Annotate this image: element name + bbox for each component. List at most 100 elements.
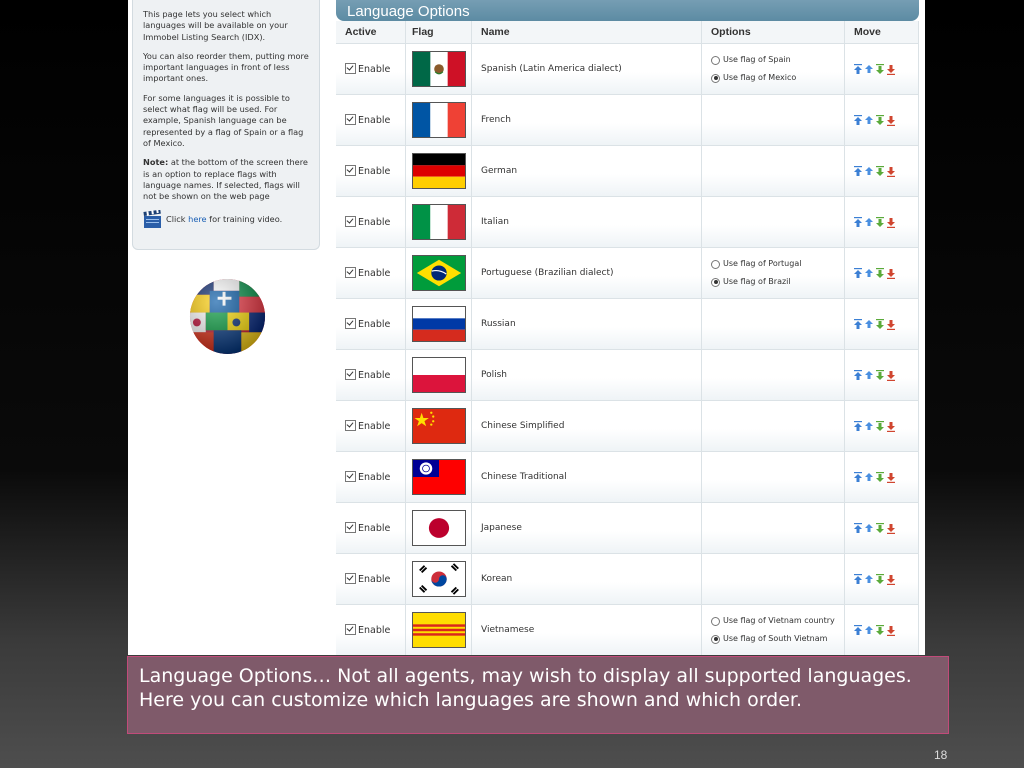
enable-checkbox[interactable] <box>345 572 356 584</box>
move-up-icon[interactable] <box>865 421 873 432</box>
move-top-icon[interactable] <box>854 573 862 585</box>
language-name: Chinese Simplified <box>471 400 702 452</box>
move-top-icon[interactable] <box>854 114 862 126</box>
language-name: Russian <box>471 298 702 350</box>
move-bottom-icon[interactable] <box>887 217 895 228</box>
enable-checkbox[interactable] <box>345 419 356 431</box>
enable-checkbox[interactable] <box>345 113 356 125</box>
move-up-icon[interactable] <box>865 319 873 330</box>
active-cell: Enable <box>336 553 406 605</box>
move-bottom-icon[interactable] <box>887 421 895 432</box>
enable-checkbox[interactable] <box>345 521 356 533</box>
move-down-icon[interactable] <box>876 624 884 636</box>
flag-radio[interactable] <box>711 55 720 65</box>
move-top-icon[interactable] <box>854 420 862 432</box>
help-text-flags: For some languages it is possible to sel… <box>143 92 304 148</box>
flag-radio[interactable] <box>711 634 720 644</box>
column-header-options: Options <box>701 21 845 44</box>
enable-checkbox[interactable] <box>345 266 356 278</box>
move-up-icon[interactable] <box>865 523 873 534</box>
move-top-icon[interactable] <box>854 165 862 177</box>
move-top-icon[interactable] <box>854 471 862 483</box>
training-video-link[interactable]: here <box>188 214 206 224</box>
move-bottom-icon[interactable] <box>887 319 895 330</box>
move-down-icon[interactable] <box>876 165 884 177</box>
move-top-icon[interactable] <box>854 267 862 279</box>
flag-option[interactable]: Use flag of Portugal <box>711 255 844 273</box>
move-top-icon[interactable] <box>854 624 862 636</box>
move-bottom-icon[interactable] <box>887 64 895 75</box>
note-text: at the bottom of the screen there is an … <box>143 157 308 202</box>
language-name: Polish <box>471 349 702 401</box>
training-video-row: Click here for training video. <box>143 210 311 229</box>
options-cell: Use flag of Portugal Use flag of Brazil <box>701 247 845 299</box>
flag-option[interactable]: Use flag of Brazil <box>711 273 844 291</box>
move-down-icon[interactable] <box>876 573 884 585</box>
language-row-chinese-simplified: Enable Chinese Simplified <box>336 400 919 452</box>
move-up-icon[interactable] <box>865 268 873 279</box>
flag-cell <box>405 451 472 503</box>
move-bottom-icon[interactable] <box>887 166 895 177</box>
panel-title: Language Options <box>336 0 919 21</box>
move-bottom-icon[interactable] <box>887 268 895 279</box>
move-down-icon[interactable] <box>876 420 884 432</box>
move-bottom-icon[interactable] <box>887 115 895 126</box>
move-bottom-icon[interactable] <box>887 523 895 534</box>
flag-option[interactable]: Use flag of Vietnam country <box>711 612 844 630</box>
flag-radio[interactable] <box>711 616 720 626</box>
move-top-icon[interactable] <box>854 318 862 330</box>
move-down-icon[interactable] <box>876 471 884 483</box>
move-up-icon[interactable] <box>865 574 873 585</box>
move-up-icon[interactable] <box>865 115 873 126</box>
move-up-icon[interactable] <box>865 166 873 177</box>
move-bottom-icon[interactable] <box>887 472 895 483</box>
move-down-icon[interactable] <box>876 318 884 330</box>
move-top-icon[interactable] <box>854 522 862 534</box>
flag-option-label: Use flag of Spain <box>723 55 791 64</box>
move-bottom-icon[interactable] <box>887 370 895 381</box>
flag-option[interactable]: Use flag of Mexico <box>711 69 844 87</box>
options-cell <box>701 502 845 554</box>
russia-flag-icon <box>412 306 466 342</box>
move-down-icon[interactable] <box>876 522 884 534</box>
china-flag-icon <box>412 408 466 444</box>
move-controls <box>854 624 918 636</box>
move-bottom-icon[interactable] <box>887 625 895 636</box>
move-top-icon[interactable] <box>854 216 862 228</box>
enable-checkbox[interactable] <box>345 62 356 74</box>
enable-checkbox[interactable] <box>345 215 356 227</box>
flag-option[interactable]: Use flag of Spain <box>711 51 844 69</box>
flag-radio[interactable] <box>711 259 720 269</box>
move-down-icon[interactable] <box>876 114 884 126</box>
active-cell: Enable <box>336 247 406 299</box>
flag-option[interactable]: Use flag of South Vietnam <box>711 630 844 648</box>
move-bottom-icon[interactable] <box>887 574 895 585</box>
move-up-icon[interactable] <box>865 217 873 228</box>
enable-label: Enable <box>358 63 391 75</box>
flag-radio[interactable] <box>711 277 720 287</box>
enable-checkbox[interactable] <box>345 623 356 635</box>
enable-label: Enable <box>358 624 391 636</box>
move-cell <box>844 196 919 248</box>
flag-radio[interactable] <box>711 73 720 83</box>
move-cell <box>844 94 919 146</box>
move-down-icon[interactable] <box>876 63 884 75</box>
move-cell <box>844 247 919 299</box>
move-down-icon[interactable] <box>876 369 884 381</box>
move-up-icon[interactable] <box>865 64 873 75</box>
enable-checkbox[interactable] <box>345 368 356 380</box>
move-top-icon[interactable] <box>854 63 862 75</box>
move-top-icon[interactable] <box>854 369 862 381</box>
move-up-icon[interactable] <box>865 370 873 381</box>
flag-option-label: Use flag of Vietnam country <box>723 616 835 625</box>
move-down-icon[interactable] <box>876 267 884 279</box>
enable-checkbox[interactable] <box>345 470 356 482</box>
move-cell <box>844 145 919 197</box>
move-up-icon[interactable] <box>865 472 873 483</box>
move-cell <box>844 349 919 401</box>
slide-caption: Language Options… Not all agents, may wi… <box>127 656 949 734</box>
enable-checkbox[interactable] <box>345 317 356 329</box>
move-up-icon[interactable] <box>865 625 873 636</box>
move-down-icon[interactable] <box>876 216 884 228</box>
enable-checkbox[interactable] <box>345 164 356 176</box>
